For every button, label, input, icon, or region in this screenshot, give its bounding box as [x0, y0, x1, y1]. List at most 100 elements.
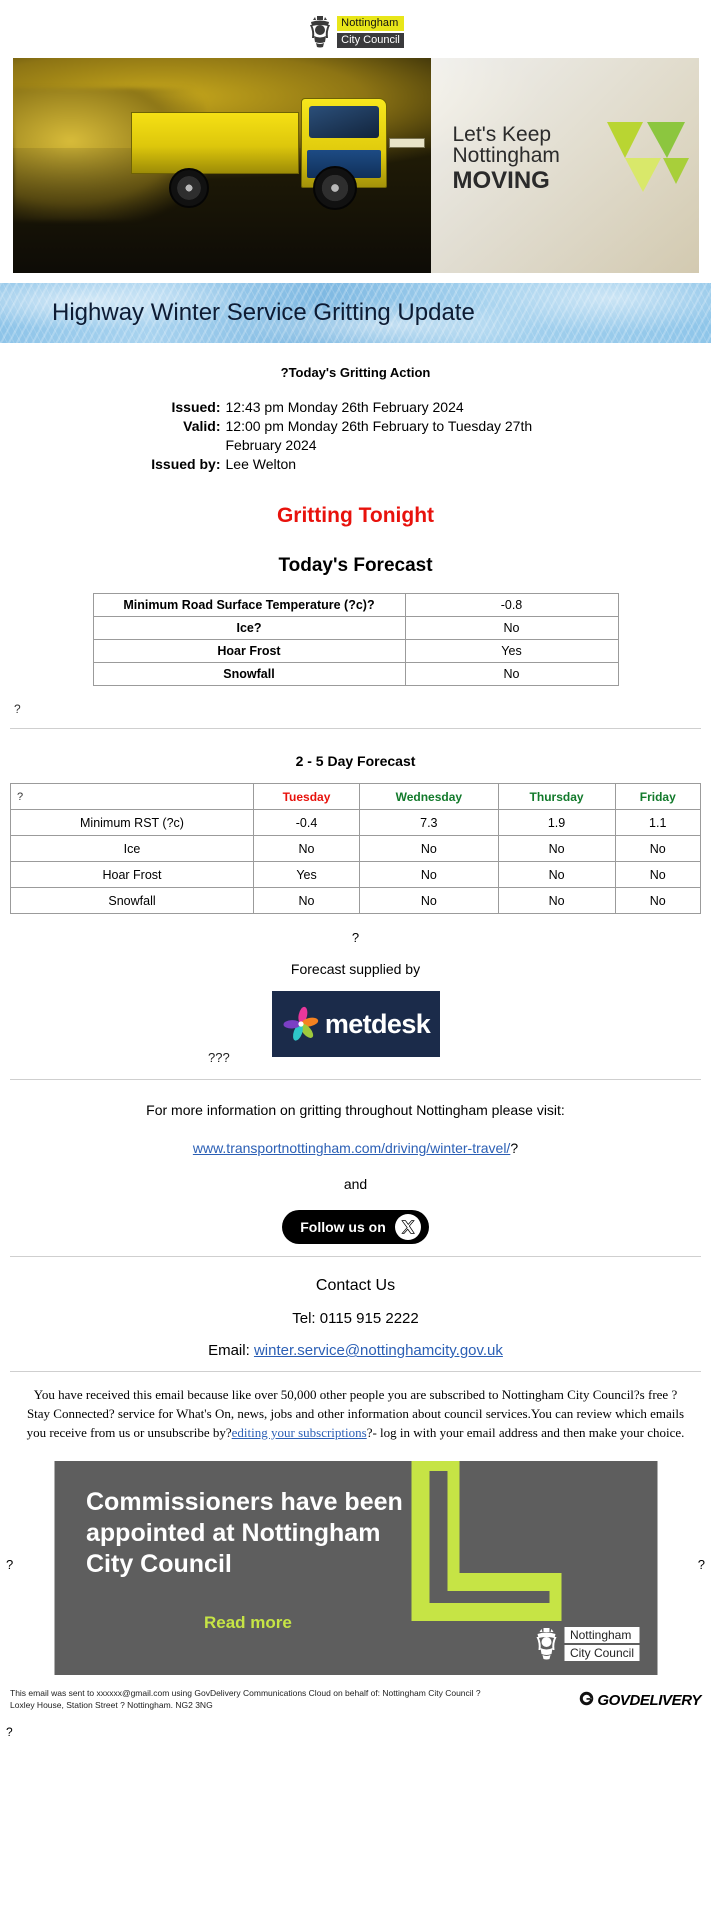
email-label: Email:	[208, 1342, 250, 1359]
forecast-value: Yes	[404, 639, 619, 663]
cell-snowfall-wednesday: No	[359, 887, 499, 914]
banner-council-logo: Nottingham City Council	[534, 1626, 639, 1661]
more-information-text: For more information on gritting through…	[146, 1102, 565, 1118]
day-header-wednesday: Wednesday	[359, 783, 499, 810]
page-title: Highway Winter Service Gritting Update	[52, 299, 475, 326]
gritting-action-heading: ?Today's Gritting Action	[280, 365, 431, 380]
section-divider	[10, 728, 701, 729]
row-label-snowfall: Snowfall	[10, 887, 254, 914]
cell-hoar-frost-wednesday: No	[359, 861, 499, 888]
cell-ice-thursday: No	[497, 835, 616, 862]
cell-min-rst-friday: 1.1	[614, 809, 701, 836]
issue-detail-row: Issued: 12:43 pm Monday 26th February 20…	[141, 398, 571, 417]
table-row: Minimum Road Surface Temperature (?c)? -…	[92, 593, 619, 617]
metdesk-logo-area: metdesk ???	[10, 991, 701, 1067]
chevron-pattern-icon	[601, 118, 689, 194]
day-header-friday: Friday	[614, 783, 701, 810]
stray-characters: ???	[208, 1050, 230, 1065]
table-row: Ice? No	[92, 616, 619, 640]
footer-line-2: Loxley House, Station Street ? Nottingha…	[10, 1699, 213, 1710]
cell-ice-wednesday: No	[359, 835, 499, 862]
forecast-key: Hoar Frost	[92, 639, 406, 663]
contact-email-link[interactable]: winter.service@nottinghamcity.gov.uk	[254, 1342, 503, 1359]
footer-line-1: This email was sent to xxxxxx@gmail.com …	[10, 1687, 481, 1698]
banner-logo-line-2: City Council	[564, 1644, 639, 1661]
valid-label: Valid:	[183, 418, 221, 434]
issue-detail-row: Issued by: Lee Welton	[141, 455, 571, 474]
row-label-min-rst: Minimum RST (?c)	[10, 809, 254, 836]
commissioners-banner-area: ? ? Commissioners have been appointed at…	[0, 1460, 711, 1675]
govdelivery-mark-icon	[579, 1691, 594, 1711]
title-banner: Highway Winter Service Gritting Update	[0, 283, 711, 343]
cell-hoar-frost-thursday: No	[497, 861, 616, 888]
issued-label: Issued:	[171, 399, 221, 415]
winter-travel-link[interactable]: www.transportnottingham.com/driving/wint…	[193, 1140, 510, 1156]
cell-min-rst-thursday: 1.9	[497, 809, 616, 836]
commissioners-headline: Commissioners have been appointed at Not…	[86, 1487, 478, 1581]
hero-line-1: Let's Keep	[452, 123, 552, 146]
cell-snowfall-friday: No	[614, 887, 701, 914]
hero-gritter-image: Let's Keep Nottingham MOVING	[12, 58, 699, 273]
metdesk-logo: metdesk	[271, 991, 440, 1057]
cell-ice-tuesday: No	[252, 835, 361, 862]
banner-logo-line-1: Nottingham	[564, 1626, 639, 1643]
read-more-link[interactable]: Read more	[204, 1613, 292, 1633]
follow-label: Follow us on	[300, 1219, 386, 1235]
cell-snowfall-tuesday: No	[252, 887, 361, 914]
email-footer: This email was sent to xxxxxx@gmail.com …	[0, 1675, 711, 1716]
contact-telephone: Tel: 0115 915 2222	[292, 1310, 419, 1327]
commissioners-line-2: appointed at Nottingham	[86, 1518, 381, 1547]
contact-us-title: Contact Us	[315, 1277, 396, 1294]
day-header-tuesday: Tuesday	[252, 783, 361, 810]
social-follow-area: Follow us on	[10, 1210, 701, 1244]
issue-details: Issued: 12:43 pm Monday 26th February 20…	[10, 398, 701, 474]
council-logo-header: Nottingham City Council	[0, 0, 711, 50]
section-divider	[10, 1371, 701, 1372]
email-page: Nottingham City Council Let's Keep Notti…	[0, 0, 711, 1752]
row-label-hoar-frost: Hoar Frost	[10, 861, 254, 888]
truck-windscreen	[308, 106, 379, 138]
lets-keep-moving-panel: Let's Keep Nottingham MOVING	[430, 58, 699, 273]
metdesk-pinwheel-icon	[281, 1004, 321, 1044]
forecast-key: Ice?	[92, 616, 406, 640]
forecast-supplier-caption: Forecast supplied by	[290, 961, 421, 977]
hero-line-3: MOVING	[452, 166, 550, 194]
nottingham-crest-icon	[307, 15, 333, 49]
forecast-value: No	[404, 616, 619, 640]
nottingham-crest-icon	[534, 1627, 560, 1661]
banner-logo-wordmark: Nottingham City Council	[564, 1626, 639, 1661]
and-text: and	[343, 1176, 368, 1192]
todays-forecast-table: Minimum Road Surface Temperature (?c)? -…	[92, 593, 619, 686]
gritting-status-alert: Gritting Tonight	[276, 504, 435, 527]
cell-min-rst-tuesday: -0.4	[252, 809, 361, 836]
forecast-key: Minimum Road Surface Temperature (?c)?	[92, 593, 406, 617]
nottingham-city-council-logo: Nottingham City Council	[307, 15, 404, 49]
disclaimer-part-2: ?- log in with your email address and th…	[366, 1424, 685, 1440]
table-row: Hoar Frost Yes No No No	[10, 861, 701, 888]
contact-email-row: Email: winter.service@nottinghamcity.gov…	[10, 1342, 701, 1359]
table-row: Ice No No No No	[10, 835, 701, 862]
truck-wheel	[168, 168, 209, 208]
metdesk-wordmark: metdesk	[324, 1008, 431, 1039]
logo-line-city-council: City Council	[337, 33, 404, 48]
stray-character: ?	[14, 702, 21, 716]
gritter-truck-illustration	[130, 84, 431, 224]
section-divider	[10, 1256, 701, 1257]
todays-forecast-title: Today's Forecast	[278, 555, 433, 576]
forecast-key: Snowfall	[92, 662, 406, 686]
council-logo-wordmark: Nottingham City Council	[337, 16, 404, 48]
stray-character: ?	[697, 1556, 705, 1572]
editing-subscriptions-link[interactable]: editing your subscriptions	[232, 1425, 367, 1440]
cell-ice-friday: No	[614, 835, 701, 862]
hero-line-2: Nottingham	[452, 144, 560, 168]
truck-hopper	[130, 112, 299, 174]
x-twitter-icon	[394, 1214, 421, 1240]
five-day-forecast-table: ? Tuesday Wednesday Thursday Friday Mini…	[10, 783, 701, 914]
commissioners-banner[interactable]: Commissioners have been appointed at Not…	[54, 1460, 657, 1675]
issue-detail-row: Valid: 12:00 pm Monday 26th February to …	[141, 417, 571, 455]
cell-hoar-frost-tuesday: Yes	[252, 861, 361, 888]
stray-character: ?	[6, 1556, 14, 1572]
follow-us-on-x-button[interactable]: Follow us on	[282, 1210, 429, 1244]
logo-line-nottingham: Nottingham	[337, 16, 404, 31]
stray-character: ?	[6, 1725, 13, 1740]
